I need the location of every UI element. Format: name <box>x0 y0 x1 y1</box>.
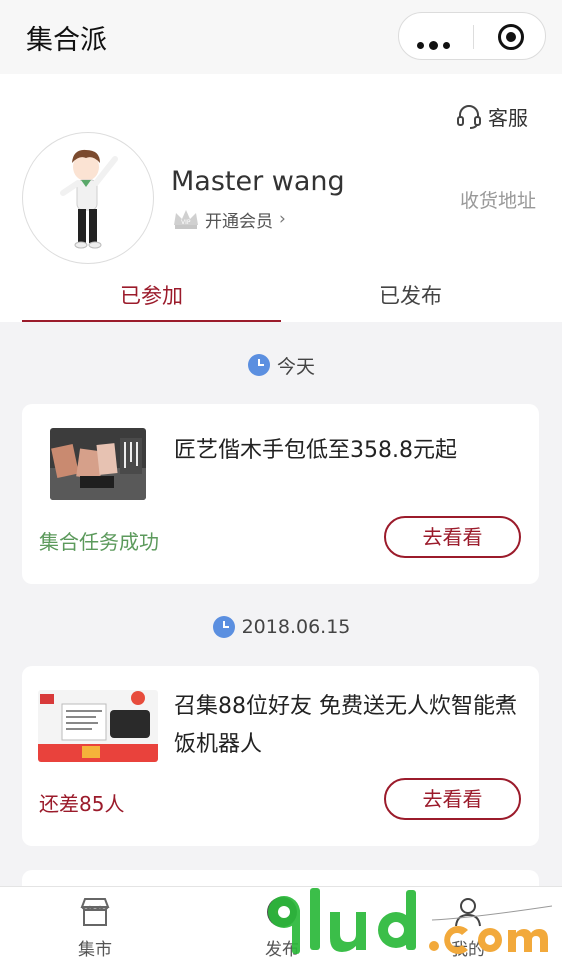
bottom-nav: 集市 发布 我的 <box>0 886 562 960</box>
nav-label: 我的 <box>451 940 485 960</box>
headset-icon <box>457 105 481 129</box>
profile-section: 客服 Master wang VIP 开通会员 › 收货地址 已参加 已发布 <box>0 74 562 322</box>
chevron-right-icon: › <box>279 209 286 229</box>
activity-card[interactable]: 匠艺偕木手包低至358.8元起 集合任务成功 去看看 <box>22 404 539 584</box>
activity-status: 集合任务成功 <box>39 530 159 554</box>
close-target-icon[interactable] <box>498 24 524 50</box>
nav-label: 集市 <box>78 940 112 960</box>
more-icon[interactable] <box>417 34 457 50</box>
customer-service-label: 客服 <box>488 105 528 130</box>
product-thumbnail <box>38 690 158 762</box>
view-button[interactable]: 去看看 <box>384 516 521 558</box>
tab-published[interactable]: 已发布 <box>281 280 540 320</box>
view-button[interactable]: 去看看 <box>384 778 521 820</box>
nav-publish[interactable]: 发布 <box>212 887 352 960</box>
active-tab-indicator <box>22 320 281 322</box>
top-bar: 集合派 <box>0 0 562 74</box>
app-title: 集合派 <box>26 25 107 56</box>
date-label: 2018.06.15 <box>241 616 351 638</box>
plus-icon <box>267 897 297 927</box>
date-header: 今天 <box>0 350 562 380</box>
vip-membership-link[interactable]: VIP 开通会员 › <box>171 205 286 233</box>
svg-text:VIP: VIP <box>181 219 191 226</box>
nav-mine[interactable]: 我的 <box>398 887 538 960</box>
avatar-cartoon-boy <box>60 149 118 249</box>
vip-crown-icon: VIP <box>174 210 198 229</box>
avatar[interactable] <box>22 132 154 264</box>
nav-market[interactable]: 集市 <box>25 887 165 960</box>
shipping-address-link[interactable]: 收货地址 <box>460 186 536 213</box>
activity-card[interactable]: 召集88位好友 免费送无人炊智能煮饭机器人 还差85人 去看看 <box>22 666 539 846</box>
capsule-divider <box>473 25 474 49</box>
clock-icon <box>247 354 270 376</box>
activity-title: 匠艺偕木手包低至358.8元起 <box>174 438 457 463</box>
vip-label: 开通会员 <box>205 211 273 232</box>
mini-program-capsule <box>398 12 546 60</box>
date-header: 2018.06.15 <box>0 612 562 642</box>
nav-label: 发布 <box>265 940 299 960</box>
clock-icon <box>212 616 235 638</box>
activity-status: 还差85人 <box>39 792 125 816</box>
tab-joined[interactable]: 已参加 <box>22 280 281 320</box>
date-label: 今天 <box>276 355 315 378</box>
username: Master wang <box>171 166 345 197</box>
product-thumbnail <box>50 428 146 500</box>
customer-service-button[interactable]: 客服 <box>456 102 528 130</box>
person-icon <box>455 898 481 927</box>
store-icon <box>80 898 110 926</box>
activity-title: 召集88位好友 免费送无人炊智能煮饭机器人 <box>174 694 517 757</box>
